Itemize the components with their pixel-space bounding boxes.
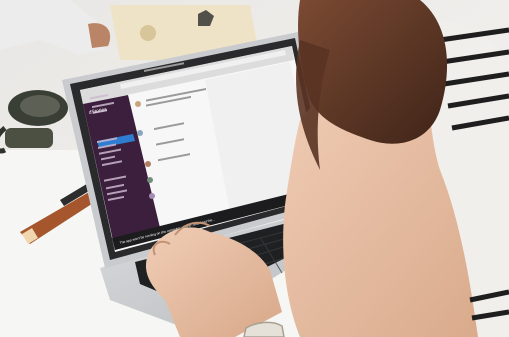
photo-frame: dStories The app won't be running on thi…	[0, 0, 509, 337]
person	[283, 0, 509, 337]
photo-illustration: dStories The app won't be running on thi…	[0, 0, 509, 337]
